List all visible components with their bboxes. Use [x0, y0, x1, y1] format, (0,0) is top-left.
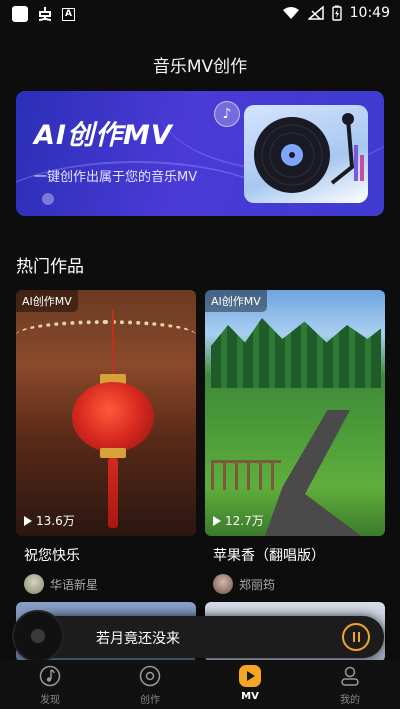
ai-mv-banner[interactable]: AI创作MV 一键创作出属于您的音乐MV ♪ [16, 91, 384, 216]
forest-illustration [211, 318, 381, 388]
status-bar-left: A [12, 6, 75, 22]
banner-title: AI创作MV [34, 120, 173, 151]
view-count-text: 12.7万 [225, 514, 264, 528]
nav-discover[interactable]: 发现 [0, 660, 100, 709]
lantern-tassel [108, 458, 118, 528]
bug-icon [38, 7, 52, 21]
avatar [213, 574, 233, 594]
nav-mine[interactable]: 我的 [300, 660, 400, 709]
hot-works-heading: 热门作品 [16, 257, 84, 277]
nav-create[interactable]: 创作 [100, 660, 200, 709]
view-count: 12.7万 [213, 512, 264, 529]
battery-icon [331, 5, 342, 21]
play-icon [238, 664, 262, 688]
author-name: 郑丽筠 [239, 577, 276, 592]
keyboard-icon: A [62, 7, 75, 21]
banner-subtitle: 一键创作出属于您的音乐MV [34, 170, 198, 185]
small-disc-icon [42, 193, 54, 205]
notification-icon [12, 6, 28, 22]
no-signal-icon [307, 6, 324, 20]
fence-illustration [211, 460, 281, 490]
mini-player[interactable]: 若月竟还没来 [12, 610, 384, 662]
wifi-icon [282, 7, 299, 19]
music-note-badge-icon: ♪ [214, 101, 240, 127]
ai-mv-badge: AI创作MV [16, 290, 78, 312]
view-count-text: 13.6万 [36, 514, 75, 528]
lantern-illustration [72, 382, 154, 452]
work-title[interactable]: 苹果香（翻唱版） [213, 545, 325, 565]
pause-bar [357, 632, 360, 642]
now-playing-title: 若月竟还没来 [96, 631, 180, 647]
profile-icon [338, 664, 362, 688]
status-time: 10:49 [349, 5, 390, 21]
bottom-nav: 发现 创作 MV 我的 [0, 660, 400, 709]
disc-icon [138, 664, 162, 688]
pause-bar [352, 632, 355, 642]
work-author[interactable]: 华语新星 [24, 574, 98, 594]
ai-mv-badge: AI创作MV [205, 290, 267, 312]
lantern-cap [100, 448, 126, 458]
author-name: 华语新星 [50, 577, 99, 592]
nav-label: MV [241, 691, 259, 702]
music-note-icon [38, 664, 62, 688]
view-count: 13.6万 [24, 512, 75, 529]
beads-decoration [16, 320, 196, 350]
nav-label: 我的 [340, 695, 360, 706]
work-card[interactable]: AI创作MV 13.6万 [16, 290, 196, 536]
work-author[interactable]: 郑丽筠 [213, 574, 275, 594]
avatar [24, 574, 44, 594]
lantern-string [112, 310, 114, 376]
play-icon [24, 515, 32, 526]
nav-label: 发现 [40, 695, 60, 706]
nav-mv[interactable]: MV [200, 660, 300, 709]
page-title: 音乐MV创作 [152, 57, 248, 77]
play-icon [213, 515, 221, 526]
nav-label: 创作 [140, 695, 160, 706]
turntable-illustration [244, 105, 368, 203]
status-bar-right: 10:49 [282, 5, 390, 21]
work-title[interactable]: 祝您快乐 [24, 545, 80, 565]
status-bar: A 10:49 [0, 0, 400, 30]
pause-button[interactable] [342, 623, 370, 651]
turntable-icon [254, 113, 364, 193]
work-card[interactable]: AI创作MV 12.7万 [205, 290, 385, 536]
album-disc-icon [12, 610, 64, 662]
